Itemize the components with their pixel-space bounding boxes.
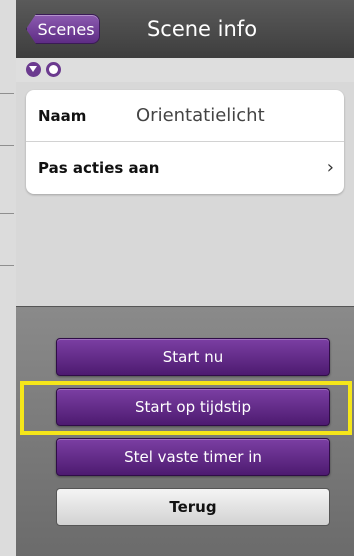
chevron-right-icon: › — [326, 157, 334, 178]
edit-actions-row[interactable]: Pas acties aan › — [26, 142, 344, 194]
divider — [0, 265, 14, 266]
divider — [0, 213, 14, 214]
highlight-box — [20, 381, 352, 435]
icon-toolbar — [16, 58, 354, 82]
start-now-button[interactable]: Start nu — [56, 338, 330, 376]
divider — [0, 145, 14, 146]
filter-icon[interactable] — [26, 62, 41, 77]
name-row: Naam Orientatielicht — [26, 90, 344, 142]
scene-info-card: Naam Orientatielicht Pas acties aan › — [26, 90, 344, 194]
name-value: Orientatielicht — [136, 105, 265, 126]
back-to-scenes-button[interactable]: Scenes — [26, 14, 100, 44]
name-label: Naam — [38, 107, 87, 125]
page-title: Scene info — [146, 17, 258, 41]
phone-screen: Scenes Scene info Naam Orientatielicht P… — [16, 0, 354, 556]
edit-actions-label: Pas acties aan — [38, 159, 160, 177]
set-fixed-timer-button[interactable]: Stel vaste timer in — [56, 438, 330, 476]
ring-icon[interactable] — [46, 62, 61, 77]
divider — [0, 93, 14, 94]
back-button[interactable]: Terug — [56, 488, 330, 526]
title-bar: Scenes Scene info — [16, 0, 354, 58]
content-background — [16, 200, 354, 306]
